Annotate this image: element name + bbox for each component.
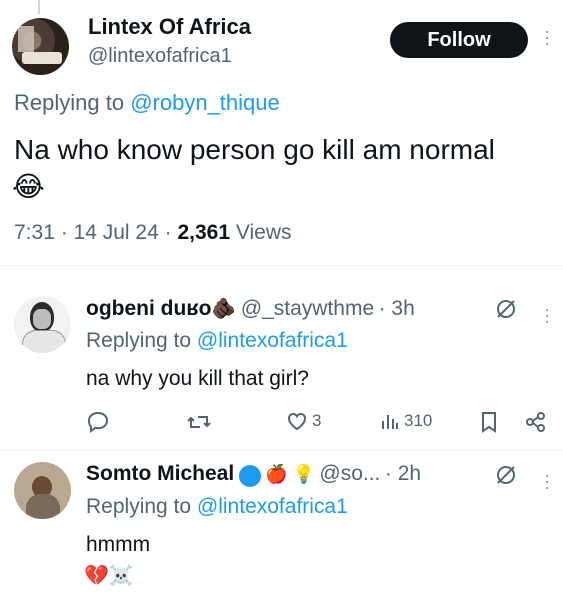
reply-avatar[interactable] <box>14 462 71 519</box>
grok-icon[interactable] <box>495 464 517 491</box>
reply-replying-handle-link[interactable]: @lintexofafrica1 <box>197 329 348 352</box>
laughing-emoji: 😂 <box>12 171 45 202</box>
pointing-emoji: 🫵🏿 <box>211 298 237 320</box>
tweet-meta: 7:31 · 14 Jul 24 · 2,361 Views <box>14 221 292 244</box>
reply-author-handle[interactable]: @so... <box>319 462 380 485</box>
verified-badge-icon <box>238 464 261 487</box>
reply-age[interactable]: 3h <box>391 297 414 320</box>
repost-action[interactable] <box>186 411 212 433</box>
reply-age[interactable]: 2h <box>398 462 421 485</box>
reply-author-name[interactable]: Somto Micheal <box>86 462 234 485</box>
reply-text: na why you kill that girl? <box>86 367 309 390</box>
comment-icon <box>86 411 110 433</box>
tweet-time[interactable]: 7:31 <box>14 221 55 244</box>
reply-header: ogbeni duʁo🫵🏿 @_staywthme · 3h <box>86 297 415 320</box>
reply-avatar[interactable] <box>14 296 71 353</box>
like-count: 3 <box>312 411 322 430</box>
reply-header: Somto Micheal 🍎 💡 @so... · 2h <box>86 462 422 487</box>
reply-emojis: 💔☠️ <box>84 565 134 587</box>
like-action[interactable]: 3 <box>286 411 321 431</box>
heart-icon <box>286 411 308 431</box>
replying-to: Replying to @robyn_thique <box>14 90 280 116</box>
bookmark-icon <box>480 411 498 433</box>
reply-text: hmmm <box>86 533 151 556</box>
tweet-text: Na who know person go kill am normal <box>14 134 495 165</box>
replying-handle-link[interactable]: @robyn_thique <box>130 90 280 115</box>
author-handle[interactable]: @lintexofafrica1 <box>88 45 232 68</box>
reply-more-icon[interactable]: · · · <box>542 300 552 330</box>
name-emojis: 🍎 💡 <box>265 464 315 484</box>
reply-replying-to: Replying to @lintexofafrica1 <box>86 495 348 519</box>
views-icon <box>380 411 400 431</box>
reply-replying-to: Replying to @lintexofafrica1 <box>86 329 348 353</box>
divider <box>0 265 563 266</box>
grok-icon[interactable] <box>495 298 517 325</box>
author-name[interactable]: Lintex Of Africa <box>88 14 251 40</box>
tweet-date[interactable]: 14 Jul 24 <box>74 221 159 244</box>
repost-icon <box>186 411 212 433</box>
reply-replying-prefix: Replying to <box>86 329 192 352</box>
reply-action[interactable] <box>86 411 110 433</box>
views-action[interactable]: 310 <box>380 411 432 431</box>
author-avatar[interactable] <box>12 18 69 75</box>
views-label: Views <box>235 221 292 244</box>
reply-author-name[interactable]: ogbeni duʁo <box>86 297 211 320</box>
share-action[interactable] <box>525 411 547 433</box>
replying-prefix: Replying to <box>14 90 125 115</box>
thread-line <box>38 0 40 14</box>
more-options-icon[interactable]: · · · <box>542 22 552 52</box>
views-count: 2,361 <box>177 221 231 244</box>
views-count-reply: 310 <box>404 411 433 430</box>
reply-more-icon[interactable]: · · · <box>542 466 552 496</box>
reply-replying-handle-link[interactable]: @lintexofafrica1 <box>197 495 348 518</box>
reply-replying-prefix: Replying to <box>86 495 192 518</box>
bookmark-action[interactable] <box>480 411 498 433</box>
reply-author-handle[interactable]: @_staywthme <box>241 297 374 320</box>
share-icon <box>525 411 547 433</box>
follow-button[interactable]: Follow <box>390 22 528 58</box>
divider <box>0 450 563 451</box>
